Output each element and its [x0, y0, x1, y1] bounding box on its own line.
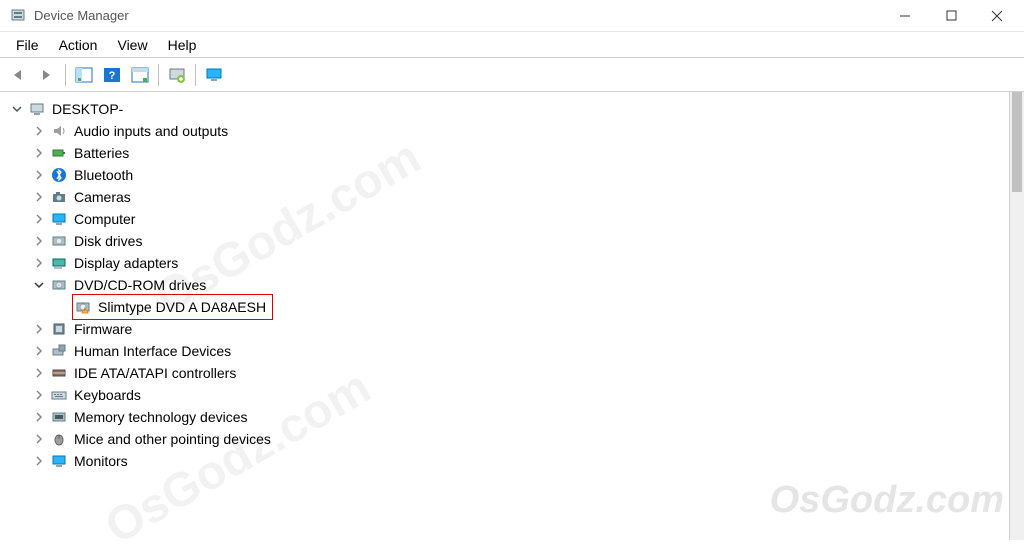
tree-item-label: Disk drives	[74, 230, 142, 252]
chevron-right-icon[interactable]	[32, 190, 46, 204]
back-button[interactable]	[6, 62, 32, 88]
display-adapter-icon	[50, 254, 68, 272]
svg-text:!: !	[84, 309, 85, 315]
toolbar-separator	[65, 64, 66, 86]
tree-item-disk-drives[interactable]: Disk drives	[10, 230, 1009, 252]
chevron-right-icon[interactable]	[32, 432, 46, 446]
tree-item-label: Firmware	[74, 318, 132, 340]
tree-item-dvd-child[interactable]: ! Slimtype DVD A DA8AESH	[10, 296, 1009, 318]
menu-file[interactable]: File	[6, 35, 49, 55]
menu-action[interactable]: Action	[49, 35, 108, 55]
tree-item-label: Human Interface Devices	[74, 340, 231, 362]
memory-icon	[50, 408, 68, 426]
chevron-right-icon[interactable]	[32, 212, 46, 226]
speaker-icon	[50, 122, 68, 140]
scan-hardware-button[interactable]	[164, 62, 190, 88]
tree-item-label: Slimtype DVD A DA8AESH	[98, 296, 266, 318]
chevron-right-icon[interactable]	[32, 410, 46, 424]
help-button[interactable]: ?	[99, 62, 125, 88]
chevron-right-icon[interactable]	[32, 124, 46, 138]
maximize-button[interactable]	[928, 0, 974, 32]
battery-icon	[50, 144, 68, 162]
tree-item-audio[interactable]: Audio inputs and outputs	[10, 120, 1009, 142]
computer-icon	[50, 210, 68, 228]
highlighted-device: ! Slimtype DVD A DA8AESH	[72, 294, 273, 320]
dvd-warning-icon: !	[74, 298, 92, 316]
chevron-down-icon[interactable]	[10, 102, 24, 116]
vertical-scrollbar[interactable]	[1010, 92, 1024, 540]
tree-item-label: Cameras	[74, 186, 131, 208]
computer-icon	[28, 100, 46, 118]
titlebar: Device Manager	[0, 0, 1024, 32]
tree-item-label: Bluetooth	[74, 164, 133, 186]
keyboard-icon	[50, 386, 68, 404]
tree-item-computer[interactable]: Computer	[10, 208, 1009, 230]
tree-item-label: IDE ATA/ATAPI controllers	[74, 362, 236, 384]
monitor-button[interactable]	[201, 62, 227, 88]
properties-button[interactable]	[127, 62, 153, 88]
tree-item-label: Batteries	[74, 142, 129, 164]
disk-icon	[50, 232, 68, 250]
tree-item-batteries[interactable]: Batteries	[10, 142, 1009, 164]
tree-item-display-adapters[interactable]: Display adapters	[10, 252, 1009, 274]
chevron-right-icon[interactable]	[32, 168, 46, 182]
firmware-icon	[50, 320, 68, 338]
chevron-right-icon[interactable]	[32, 454, 46, 468]
tree-item-label: Computer	[74, 208, 135, 230]
tree-item-label: Mice and other pointing devices	[74, 428, 271, 450]
menubar: File Action View Help	[0, 32, 1024, 58]
app-icon	[10, 8, 26, 24]
show-hide-tree-button[interactable]	[71, 62, 97, 88]
tree-item-monitors[interactable]: Monitors	[10, 450, 1009, 472]
close-button[interactable]	[974, 0, 1020, 32]
ide-icon	[50, 364, 68, 382]
tree-item-label: Audio inputs and outputs	[74, 120, 228, 142]
toolbar: ?	[0, 58, 1024, 92]
tree-item-bluetooth[interactable]: Bluetooth	[10, 164, 1009, 186]
device-tree[interactable]: DESKTOP- Audio inputs and outputs Batter…	[0, 92, 1010, 540]
mouse-icon	[50, 430, 68, 448]
minimize-button[interactable]	[882, 0, 928, 32]
toolbar-separator	[195, 64, 196, 86]
chevron-right-icon[interactable]	[32, 256, 46, 270]
chevron-right-icon[interactable]	[32, 234, 46, 248]
tree-item-hid[interactable]: Human Interface Devices	[10, 340, 1009, 362]
chevron-right-icon[interactable]	[32, 388, 46, 402]
forward-button[interactable]	[34, 62, 60, 88]
tree-item-label: Monitors	[74, 450, 128, 472]
tree-root-label: DESKTOP-	[52, 98, 123, 120]
dvd-icon	[50, 276, 68, 294]
chevron-right-icon[interactable]	[32, 146, 46, 160]
tree-item-dvd[interactable]: DVD/CD-ROM drives	[10, 274, 1009, 296]
tree-item-cameras[interactable]: Cameras	[10, 186, 1009, 208]
tree-root[interactable]: DESKTOP-	[10, 98, 1009, 120]
toolbar-separator	[158, 64, 159, 86]
monitor-icon	[50, 452, 68, 470]
bluetooth-icon	[50, 166, 68, 184]
tree-item-label: Display adapters	[74, 252, 178, 274]
svg-text:?: ?	[109, 70, 116, 82]
tree-item-ide[interactable]: IDE ATA/ATAPI controllers	[10, 362, 1009, 384]
tree-item-label: DVD/CD-ROM drives	[74, 274, 206, 296]
chevron-down-icon[interactable]	[32, 278, 46, 292]
hid-icon	[50, 342, 68, 360]
window-controls	[882, 0, 1020, 32]
camera-icon	[50, 188, 68, 206]
tree-item-memory[interactable]: Memory technology devices	[10, 406, 1009, 428]
chevron-right-icon[interactable]	[32, 366, 46, 380]
menu-view[interactable]: View	[107, 35, 157, 55]
tree-item-keyboards[interactable]: Keyboards	[10, 384, 1009, 406]
tree-item-firmware[interactable]: Firmware	[10, 318, 1009, 340]
window-title: Device Manager	[34, 8, 129, 23]
tree-item-label: Memory technology devices	[74, 406, 248, 428]
tree-item-mice[interactable]: Mice and other pointing devices	[10, 428, 1009, 450]
tree-item-label: Keyboards	[74, 384, 141, 406]
chevron-right-icon[interactable]	[32, 322, 46, 336]
chevron-right-icon[interactable]	[32, 344, 46, 358]
menu-help[interactable]: Help	[158, 35, 207, 55]
